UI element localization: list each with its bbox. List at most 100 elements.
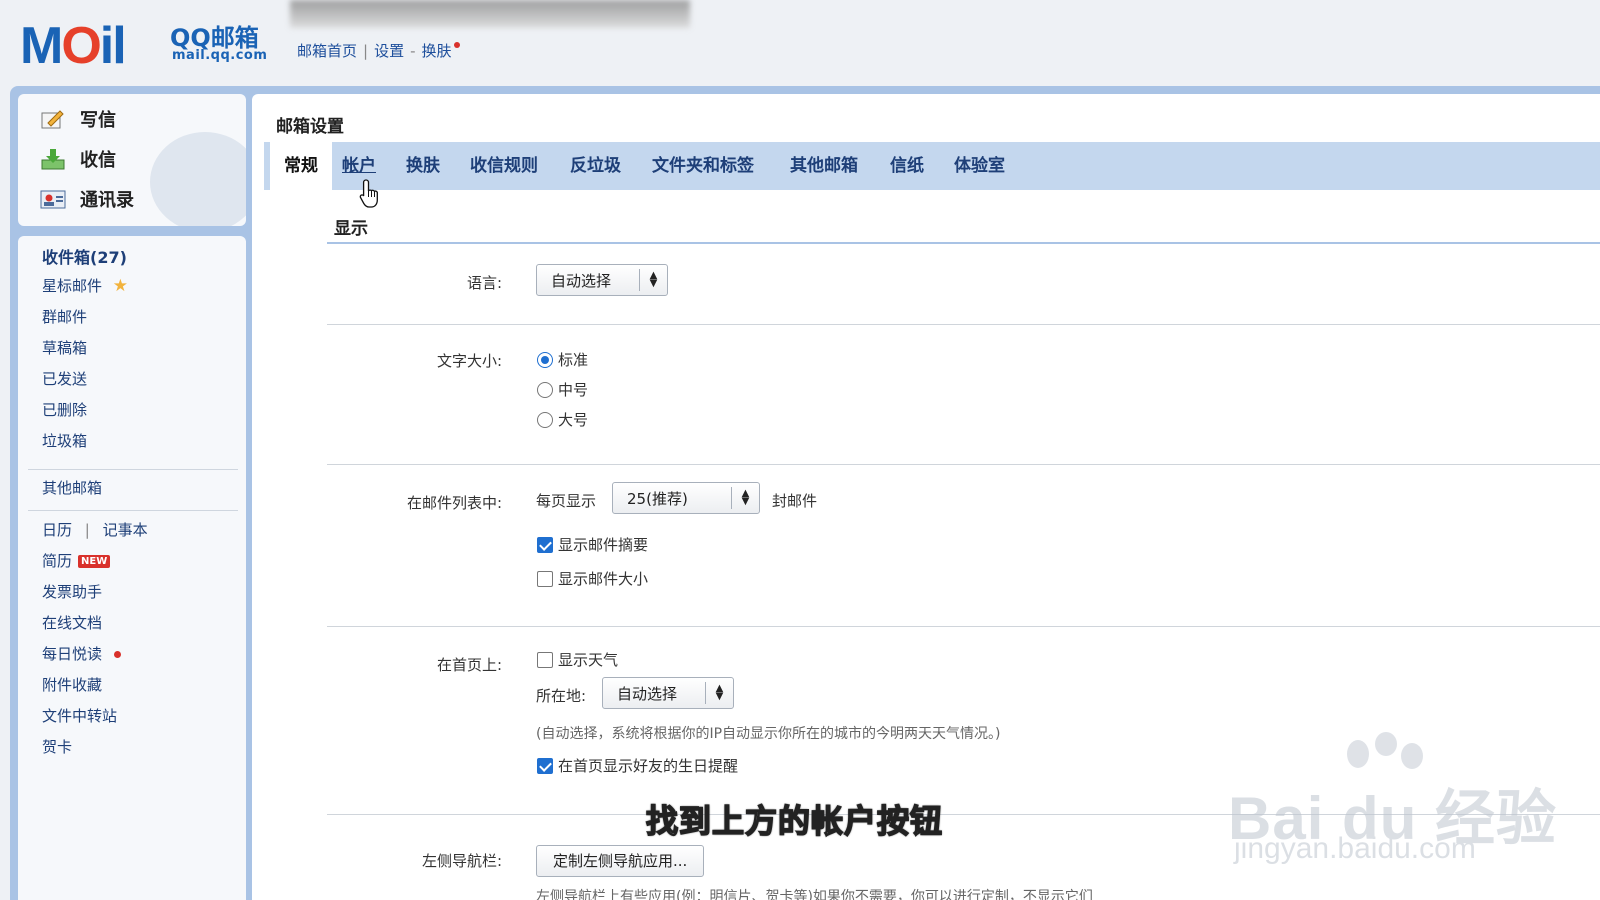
tab-stationery[interactable]: 信纸 — [890, 142, 924, 190]
tab-folders-labels[interactable]: 文件夹和标签 — [652, 142, 754, 190]
sidebar-item-spam[interactable]: 垃圾箱 — [42, 430, 87, 451]
font-size-large-radio[interactable] — [537, 412, 553, 428]
notification-dot — [114, 651, 122, 658]
new-badge: NEW — [78, 555, 111, 568]
birthday-reminder-checkbox[interactable] — [537, 758, 553, 774]
show-summary-label: 显示邮件摘要 — [558, 536, 649, 554]
top-header: MOil QQ邮箱 mail.qq.com 邮箱首页 | 设置 - 换肤 — [0, 0, 1600, 88]
sidebar-item-online-docs[interactable]: 在线文档 — [42, 612, 102, 633]
link-skin[interactable]: 换肤 — [422, 42, 452, 60]
tab-other-mailbox[interactable]: 其他邮箱 — [790, 142, 858, 190]
location-label: 所在地: — [536, 687, 587, 705]
select-arrows-icon: ▲ ▼ — [639, 269, 667, 291]
sidebar-item-label: 简历 — [42, 552, 73, 570]
penguin-decoration — [150, 132, 246, 226]
show-size-checkbox[interactable] — [537, 571, 553, 587]
receive-button[interactable]: 收信 — [40, 146, 116, 172]
select-arrows-icon: ▲ ▼ — [705, 682, 733, 704]
settings-tabs: 常规 帐户 换肤 收信规则 反垃圾 文件夹和标签 其他邮箱 信纸 体验室 — [264, 142, 1600, 190]
qq-mail-logo[interactable]: MOil QQ邮箱 mail.qq.com — [20, 14, 270, 75]
video-subtitle: 找到上方的帐户按钮 — [645, 801, 944, 841]
compose-button[interactable]: 写信 — [40, 106, 116, 132]
page-title: 邮箱设置 — [276, 117, 344, 137]
baidu-jingyan-watermark: Bai du 经验 jingyan.baidu.com — [1228, 732, 1556, 872]
contacts-button[interactable]: 通讯录 — [40, 186, 134, 212]
sidebar-calendar-notepad: 日历 | 记事本 — [42, 519, 148, 540]
sidebar-item-attachments[interactable]: 附件收藏 — [42, 674, 102, 695]
birthday-reminder-label: 在首页显示好友的生日提醒 — [558, 757, 739, 775]
font-size-standard-label: 标准 — [558, 351, 589, 369]
font-size-label: 文字大小: — [436, 352, 502, 370]
section-title: 显示 — [334, 219, 368, 239]
sidebar-item-deleted[interactable]: 已删除 — [42, 399, 87, 420]
select-arrows-icon: ▲ ▼ — [731, 487, 759, 509]
font-size-medium-radio[interactable] — [537, 382, 553, 398]
per-page-select[interactable]: 25(推荐) ▲ ▼ — [612, 482, 760, 514]
row-divider — [327, 464, 1600, 465]
language-select-value: 自动选择 — [551, 271, 612, 290]
sidebar-item-file-transfer[interactable]: 文件中转站 — [42, 705, 117, 726]
notification-dot — [453, 42, 460, 48]
sidebar-divider — [28, 469, 238, 470]
font-size-medium-label: 中号 — [558, 381, 589, 399]
sidebar-item-group-mail[interactable]: 群邮件 — [42, 306, 87, 327]
sidebar-folder-list: 收件箱(27) 星标邮件 ★ 群邮件 草稿箱 已发送 已删除 垃圾箱 其他邮箱 … — [18, 236, 246, 900]
row-divider — [327, 626, 1600, 627]
sidebar-item-other-mailbox[interactable]: 其他邮箱 — [42, 477, 102, 498]
compose-icon — [40, 108, 66, 130]
link-mailbox-home[interactable]: 邮箱首页 — [297, 42, 357, 60]
sidebar-item-daily-read[interactable]: 每日悦读 — [42, 643, 122, 664]
show-size-label: 显示邮件大小 — [558, 570, 649, 588]
location-select-value: 自动选择 — [617, 684, 678, 703]
tab-anti-spam[interactable]: 反垃圾 — [570, 142, 621, 190]
link-settings[interactable]: 设置 — [374, 42, 404, 60]
location-select[interactable]: 自动选择 ▲ ▼ — [602, 677, 734, 709]
per-page-prefix: 每页显示 — [536, 492, 597, 510]
sidebar-item-resume[interactable]: 简历 NEW — [42, 550, 111, 571]
tab-skin[interactable]: 换肤 — [406, 142, 440, 190]
home-page-label: 在首页上: — [436, 656, 502, 674]
customize-left-nav-button[interactable]: 定制左侧导航应用... — [536, 845, 705, 877]
receive-label: 收信 — [80, 150, 116, 171]
star-icon: ★ — [112, 276, 129, 296]
receive-icon — [40, 148, 66, 170]
tab-general[interactable]: 常规 — [270, 142, 332, 190]
top-links-separator: | — [363, 42, 369, 60]
sidebar-item-invoice[interactable]: 发票助手 — [42, 581, 102, 602]
show-weather-checkbox[interactable] — [537, 652, 553, 668]
mail-list-label: 在邮件列表中: — [406, 494, 502, 512]
sidebar-tools-separator: | — [84, 521, 90, 539]
hand-cursor-icon — [358, 178, 384, 214]
contacts-icon — [40, 188, 66, 210]
sidebar-item-notepad[interactable]: 记事本 — [103, 521, 148, 539]
left-nav-label: 左侧导航栏: — [421, 852, 502, 870]
sidebar-item-drafts[interactable]: 草稿箱 — [42, 337, 87, 358]
sidebar-item-calendar[interactable]: 日历 — [42, 521, 72, 539]
compose-label: 写信 — [80, 110, 116, 131]
location-note: (自动选择，系统将根据你的IP自动显示你所在的城市的今明两天天气情况。) — [536, 726, 1001, 742]
sidebar-actions: 写信 收信 通讯录 — [18, 94, 246, 226]
left-nav-note: 左侧导航栏上有些应用(例：明信片、贺卡等)如果你不需要，你可以进行定制，不显示它… — [536, 889, 1093, 900]
per-page-suffix: 封邮件 — [772, 492, 818, 510]
logo-mark: MOil — [20, 17, 127, 75]
tab-lab[interactable]: 体验室 — [954, 142, 1005, 190]
sidebar-item-sent[interactable]: 已发送 — [42, 368, 87, 389]
sidebar-item-inbox[interactable]: 收件箱(27) — [42, 244, 127, 268]
language-label: 语言: — [466, 274, 502, 292]
top-links-separator: - — [410, 42, 416, 60]
language-select[interactable]: 自动选择 ▲ ▼ — [536, 264, 668, 296]
sidebar-item-greeting-card[interactable]: 贺卡 — [42, 736, 72, 757]
section-divider — [327, 242, 1600, 244]
sidebar-item-starred[interactable]: 星标邮件 ★ — [42, 275, 128, 296]
blurred-account-info — [290, 0, 690, 28]
contacts-label: 通讯录 — [80, 190, 134, 211]
show-summary-checkbox[interactable] — [537, 537, 553, 553]
sidebar-divider — [28, 510, 238, 511]
font-size-large-label: 大号 — [558, 411, 589, 429]
per-page-select-value: 25(推荐) — [627, 489, 688, 508]
font-size-standard-radio[interactable] — [537, 352, 553, 368]
logo-domain: mail.qq.com — [172, 48, 268, 63]
top-links: 邮箱首页 | 设置 - 换肤 — [297, 40, 460, 61]
sidebar-item-label: 每日悦读 — [42, 645, 103, 663]
tab-mail-rules[interactable]: 收信规则 — [470, 142, 538, 190]
